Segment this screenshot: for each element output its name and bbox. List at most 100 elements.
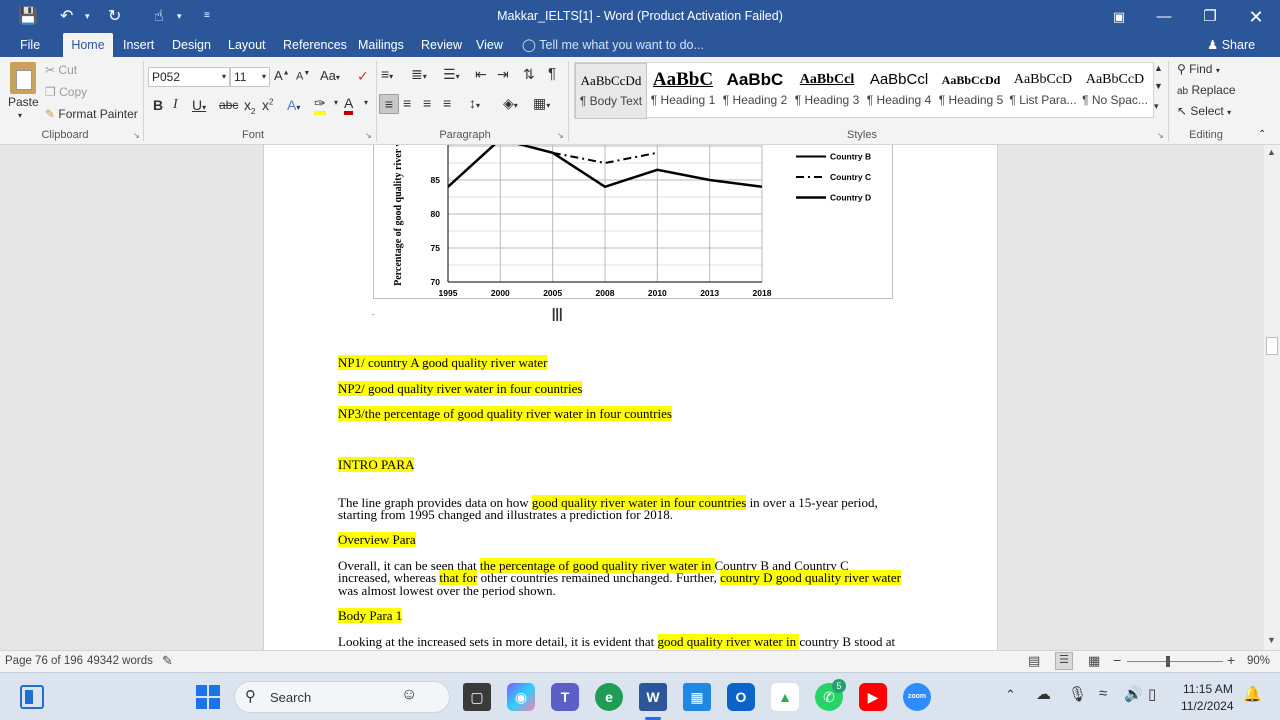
windows-start-icon[interactable] — [196, 685, 220, 709]
superscript-icon[interactable]: x2 — [262, 97, 273, 113]
style-heading-3[interactable]: AaBbCcl ¶ Heading 3 — [791, 63, 863, 119]
find-button[interactable]: ⚲ Find ▾ — [1177, 62, 1220, 76]
proofing-icon[interactable]: ✎ — [162, 653, 173, 669]
tell-me-search[interactable]: ◯ Tell me what you want to do... — [522, 33, 704, 57]
read-mode-icon[interactable]: ▤ — [1028, 653, 1040, 669]
tab-review[interactable]: Review — [413, 33, 470, 57]
zoom-out-icon[interactable]: − — [1113, 652, 1121, 668]
change-case-icon[interactable]: Aa▾ — [320, 68, 340, 83]
paste-dropdown-icon[interactable]: ▾ — [18, 111, 22, 120]
widgets-icon[interactable] — [20, 685, 44, 709]
print-layout-icon[interactable]: ☰ — [1055, 652, 1073, 670]
font-size-combo[interactable]: 11 ▾ — [230, 67, 270, 87]
youtube-icon[interactable]: ▶ — [859, 683, 887, 711]
scrollbar-thumb[interactable] — [1266, 337, 1278, 355]
style-heading-1[interactable]: AaBbC ¶ Heading 1 — [647, 63, 719, 119]
paragraph-launcher-icon[interactable]: ↘ — [557, 131, 564, 140]
format-painter-button[interactable]: ✎ Format Painter — [45, 107, 138, 121]
select-button[interactable]: ↖ Select ▾ — [1177, 104, 1231, 118]
styles-scroll-down-icon[interactable]: ▼ — [1154, 81, 1163, 91]
zoom-level[interactable]: 90% — [1247, 655, 1270, 667]
tab-mailings[interactable]: Mailings — [350, 33, 412, 57]
zoom-icon[interactable]: zoom — [903, 683, 931, 711]
tab-design[interactable]: Design — [164, 33, 219, 57]
tab-insert[interactable]: Insert — [115, 33, 162, 57]
styles-more-icon[interactable]: ▾ — [1154, 101, 1159, 112]
align-left-icon[interactable]: ≡ — [379, 94, 399, 114]
taskbar-search[interactable]: ⚲ Search ☺ — [234, 681, 450, 713]
style-heading-5[interactable]: AaBbCcDd ¶ Heading 5 — [935, 63, 1007, 119]
bullets-icon[interactable]: ≡▾ — [381, 66, 393, 82]
restore-button[interactable]: ❐ — [1187, 4, 1233, 30]
font-color-icon[interactable]: A — [344, 95, 354, 115]
volume-icon[interactable]: 🔊 — [1124, 685, 1143, 703]
style-body-text[interactable]: AaBbCcDd ¶ Body Text — [575, 63, 647, 119]
wifi-icon[interactable]: ≈ — [1099, 685, 1107, 702]
tab-file[interactable]: File — [12, 33, 48, 57]
highlight-icon[interactable]: ✑ — [314, 95, 326, 115]
google-drive-icon[interactable]: ▲ — [771, 683, 799, 711]
scroll-up-icon[interactable]: ▲ — [1267, 147, 1276, 157]
zoom-slider[interactable] — [1127, 661, 1223, 662]
style-list-paragraph[interactable]: AaBbCcD ¶ List Para... — [1007, 63, 1079, 119]
word-icon[interactable]: W — [639, 683, 667, 711]
show-formatting-icon[interactable]: ¶ — [548, 65, 556, 82]
text-effects-icon[interactable]: A▾ — [287, 97, 300, 113]
collapse-ribbon-icon[interactable]: ⌃ — [1258, 129, 1266, 140]
strikethrough-icon[interactable]: abc — [219, 98, 238, 112]
outlook-icon[interactable]: O — [727, 683, 755, 711]
word-count[interactable]: 49342 words — [87, 655, 153, 667]
teams-icon[interactable]: T — [551, 683, 579, 711]
styles-launcher-icon[interactable]: ↘ — [1157, 131, 1164, 140]
tab-references[interactable]: References — [275, 33, 355, 57]
paste-button[interactable]: Paste — [8, 95, 39, 109]
minimize-button[interactable]: — — [1141, 4, 1187, 30]
bold-icon[interactable]: B — [153, 97, 163, 113]
chevron-down-icon[interactable]: ▾ — [334, 98, 338, 107]
increase-indent-icon[interactable]: ⇥ — [497, 66, 509, 83]
font-name-combo[interactable]: P052 ▾ — [148, 67, 230, 87]
tab-layout[interactable]: Layout — [220, 33, 274, 57]
clock-date[interactable]: 11/2/2024 — [1181, 699, 1234, 713]
style-heading-4[interactable]: AaBbCcl ¶ Heading 4 — [863, 63, 935, 119]
font-launcher-icon[interactable]: ↘ — [365, 131, 372, 140]
chevron-up-icon[interactable]: ⌃ — [1005, 687, 1016, 703]
copilot-icon[interactable]: ◉ — [507, 683, 535, 711]
align-right-icon[interactable]: ≡ — [423, 95, 431, 111]
align-center-icon[interactable]: ≡ — [403, 95, 411, 111]
scroll-down-icon[interactable]: ▼ — [1267, 635, 1276, 645]
cut-button[interactable]: ✂ Cut — [45, 63, 77, 77]
web-layout-icon[interactable]: ▦ — [1088, 653, 1100, 669]
document-page[interactable]: 70 75 80 85 1995 2000 2005 2008 2010 2013 2018 Pe… — [263, 145, 998, 650]
paste-icon[interactable] — [10, 62, 36, 94]
tab-view[interactable]: View — [468, 33, 511, 57]
borders-icon[interactable]: ▦▾ — [533, 95, 550, 112]
task-view-icon[interactable]: ▢ — [463, 683, 491, 711]
style-heading-2[interactable]: AaBbC ¶ Heading 2 — [719, 63, 791, 119]
vertical-scrollbar[interactable]: ▲ ▼ — [1264, 145, 1280, 650]
shading-icon[interactable]: ◈▾ — [503, 95, 518, 112]
edge-icon[interactable]: e — [595, 683, 623, 711]
styles-scroll-up-icon[interactable]: ▲ — [1154, 63, 1163, 73]
battery-icon[interactable]: ▯ — [1148, 685, 1156, 703]
justify-icon[interactable]: ≡ — [443, 95, 451, 111]
multilevel-list-icon[interactable]: ☰▾ — [443, 66, 460, 83]
tab-home[interactable]: Home — [63, 33, 113, 57]
italic-icon[interactable]: I — [173, 97, 178, 113]
line-spacing-icon[interactable]: ↕▾ — [469, 95, 480, 111]
numbering-icon[interactable]: ≣▾ — [411, 66, 427, 83]
share-button[interactable]: ♟ Share — [1207, 33, 1255, 57]
clear-formatting-icon[interactable]: ✓ — [357, 68, 369, 85]
microphone-icon[interactable]: 🎙 — [1068, 685, 1087, 703]
copy-button[interactable]: ❐ Copy — [45, 85, 87, 99]
zoom-slider-thumb[interactable] — [1166, 656, 1170, 667]
sort-icon[interactable]: ⇅ — [523, 66, 535, 83]
style-no-spacing[interactable]: AaBbCcD ¶ No Spac... — [1079, 63, 1151, 119]
close-button[interactable]: ✕ — [1233, 4, 1279, 30]
shrink-font-icon[interactable]: A▼ — [296, 70, 310, 83]
chevron-down-icon[interactable]: ▾ — [364, 98, 368, 107]
notification-bell-icon[interactable]: 🔔 — [1243, 685, 1262, 703]
page-count[interactable]: Page 76 of 196 — [5, 655, 83, 667]
replace-button[interactable]: ab Replace — [1177, 83, 1236, 97]
ribbon-display-icon[interactable]: ▣ — [1096, 4, 1142, 30]
